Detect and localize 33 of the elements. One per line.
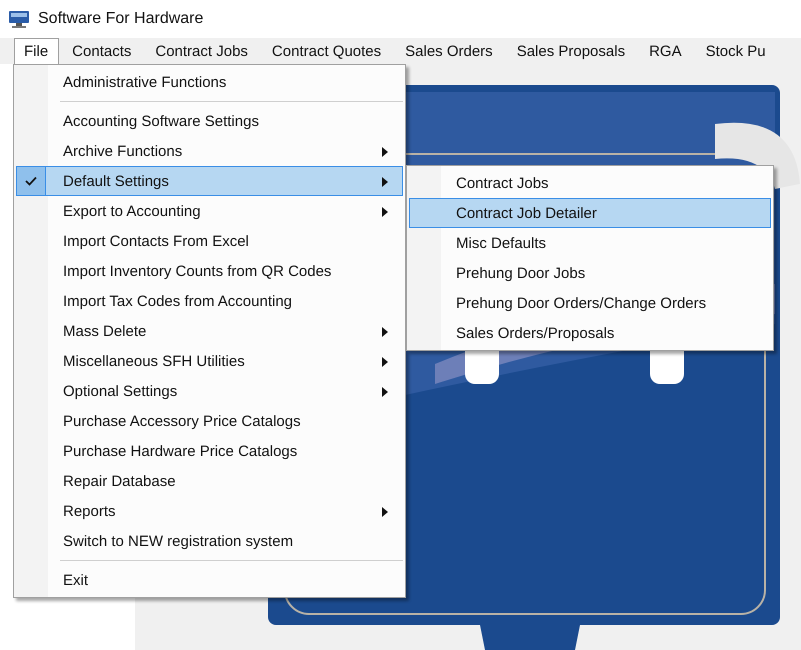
menu-item[interactable]: Import Inventory Counts from QR Codes xyxy=(16,256,403,286)
menu-item[interactable]: Repair Database xyxy=(16,466,403,496)
menu-item[interactable]: Export to Accounting xyxy=(16,196,403,226)
menu-item[interactable]: Purchase Accessory Price Catalogs xyxy=(16,406,403,436)
menu-bar-item[interactable]: Stock Pu xyxy=(696,38,777,64)
submenu-item[interactable]: Misc Defaults xyxy=(409,228,771,258)
menu-item[interactable]: Mass Delete xyxy=(16,316,403,346)
menu-item[interactable]: Accounting Software Settings xyxy=(16,106,403,136)
menu-item[interactable]: Switch to NEW registration system xyxy=(16,526,403,556)
submenu-item[interactable]: Contract Job Detailer xyxy=(409,198,771,228)
menu-bar-item[interactable]: RGA xyxy=(639,38,693,64)
menu-item[interactable]: Administrative Functions xyxy=(16,67,403,97)
menu-item[interactable]: Optional Settings xyxy=(16,376,403,406)
submenu-item[interactable]: Contract Jobs xyxy=(409,168,771,198)
menu-bar-item[interactable]: File xyxy=(14,38,60,64)
menu-item[interactable]: Import Contacts From Excel xyxy=(16,226,403,256)
submenu-item[interactable]: Prehung Door Orders/Change Orders xyxy=(409,288,771,318)
submenu-item[interactable]: Prehung Door Jobs xyxy=(409,258,771,288)
menu-item[interactable]: Default Settings xyxy=(16,166,403,196)
app-monitor-icon xyxy=(8,10,30,28)
menu-bar-item[interactable]: Sales Orders xyxy=(395,38,504,64)
menu-bar-item[interactable]: Contract Quotes xyxy=(262,38,392,64)
menu-item[interactable]: Import Tax Codes from Accounting xyxy=(16,286,403,316)
menu-bar-item[interactable]: Contract Jobs xyxy=(145,38,259,64)
submenu-item[interactable]: Sales Orders/Proposals xyxy=(409,318,771,348)
menu-bar-item[interactable]: Contacts xyxy=(62,38,142,64)
menu-item[interactable]: Exit xyxy=(16,565,403,595)
menu-item[interactable]: Purchase Hardware Price Catalogs xyxy=(16,436,403,466)
window-title: Software For Hardware xyxy=(38,10,204,28)
menu-item[interactable]: Archive Functions xyxy=(16,136,403,166)
menu-item[interactable]: Miscellaneous SFH Utilities xyxy=(16,346,403,376)
menu-item[interactable]: Reports xyxy=(16,496,403,526)
menu-bar-item[interactable]: Sales Proposals xyxy=(506,38,636,64)
